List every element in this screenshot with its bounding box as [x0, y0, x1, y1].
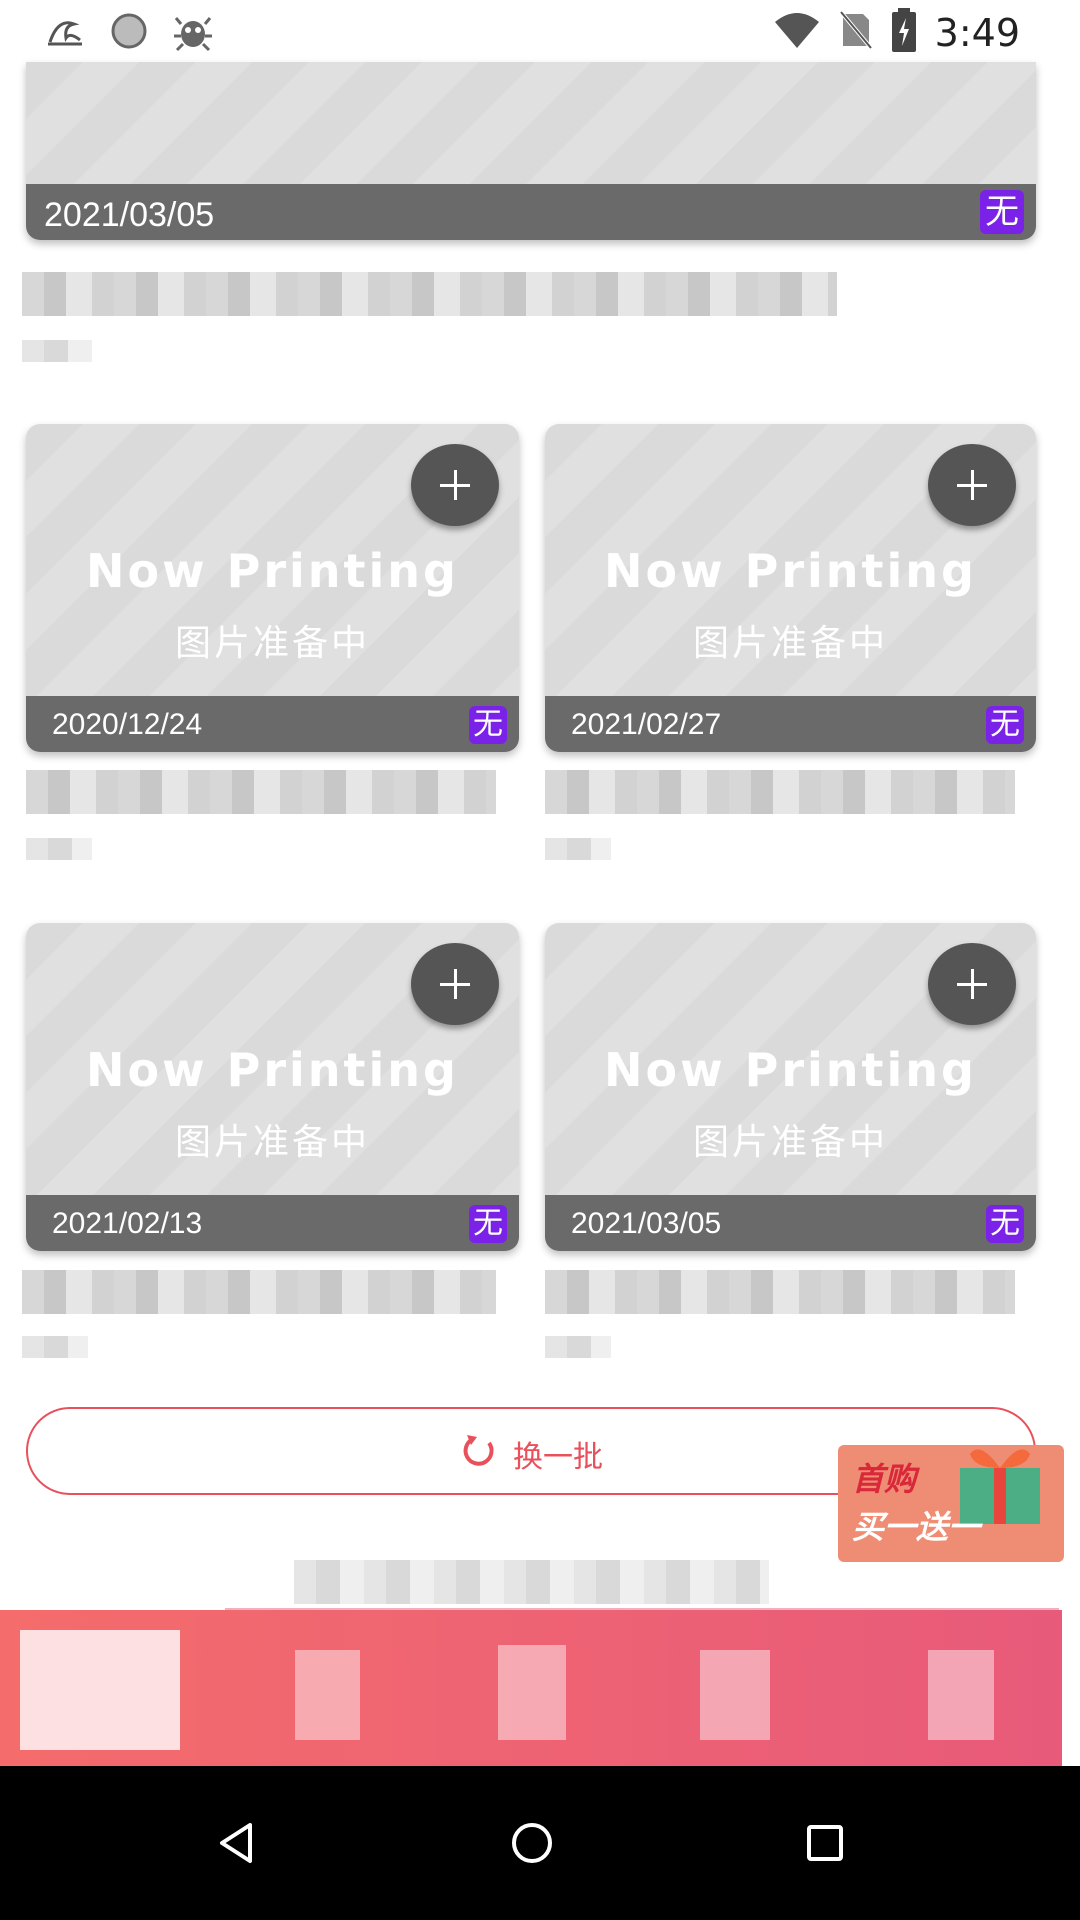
placeholder-title: Now Printing [604, 1043, 977, 1097]
date-bar: 2021/02/27 无 [545, 696, 1036, 752]
home-icon[interactable] [502, 1813, 562, 1873]
blurred-meta [545, 1336, 611, 1358]
wifi-icon [773, 10, 821, 55]
tab-icon-2[interactable] [295, 1650, 360, 1740]
tab-icon-4[interactable] [700, 1650, 770, 1740]
placeholder-title: Now Printing [86, 544, 459, 598]
product-card-1[interactable]: Now Printing 图片准备中 2020/12/24 无 [26, 424, 519, 752]
status-badge: 无 [986, 1205, 1024, 1243]
refresh-icon [459, 1431, 499, 1476]
blurred-footer-text [294, 1560, 769, 1604]
blurred-meta [26, 838, 92, 860]
placeholder-title: Now Printing [86, 1043, 459, 1097]
blurred-meta [545, 838, 611, 860]
add-button[interactable] [411, 444, 499, 526]
battery-charging-icon [891, 8, 917, 57]
bottom-tab-bar[interactable] [0, 1610, 1062, 1766]
add-button[interactable] [928, 444, 1016, 526]
placeholder-subtitle: 图片准备中 [692, 623, 888, 664]
status-time: 3:49 [934, 10, 1020, 55]
tab-icon-5[interactable] [928, 1650, 994, 1740]
app-notification-icon [44, 10, 86, 52]
date-bar: 2020/12/24 无 [26, 696, 519, 752]
blurred-title [545, 1270, 1015, 1314]
recents-icon[interactable] [795, 1813, 855, 1873]
add-button[interactable] [411, 943, 499, 1025]
tab-icon-3[interactable] [498, 1645, 566, 1740]
card-date: 2021/02/13 [52, 1207, 203, 1240]
blurred-title [22, 1270, 496, 1314]
placeholder-subtitle: 图片准备中 [174, 1122, 370, 1163]
no-sim-icon [839, 10, 873, 55]
promo-line1: 首购 [852, 1460, 917, 1498]
circle-status-icon [108, 10, 150, 52]
product-card-4[interactable]: Now Printing 图片准备中 2021/03/05 无 [545, 923, 1036, 1251]
product-card-3[interactable]: Now Printing 图片准备中 2021/02/13 无 [26, 923, 519, 1251]
status-badge: 无 [469, 706, 507, 744]
refresh-label: 换一批 [513, 1439, 603, 1475]
card-date: 2020/12/24 [52, 708, 203, 741]
status-bar: 3:49 [0, 0, 1080, 62]
card-date: 2021/02/27 [571, 708, 722, 741]
date-bar: 2021/03/05 无 [545, 1195, 1036, 1251]
placeholder-subtitle: 图片准备中 [692, 1122, 888, 1163]
tab-icon-1[interactable] [20, 1630, 180, 1750]
blurred-meta [22, 1336, 88, 1358]
first-purchase-promo[interactable]: 首购 买一送一 [838, 1420, 1064, 1562]
card-date: 2021/03/05 [571, 1207, 722, 1240]
blurred-title [26, 770, 496, 814]
blurred-title [22, 272, 837, 316]
placeholder-subtitle: 图片准备中 [174, 623, 370, 664]
blurred-title [545, 770, 1015, 814]
product-card-2[interactable]: Now Printing 图片准备中 2021/02/27 无 [545, 424, 1036, 752]
date-bar: 2021/02/13 无 [26, 1195, 519, 1251]
status-left-icons [44, 10, 214, 52]
promo-line2: 买一送一 [852, 1508, 981, 1546]
status-badge: 无 [980, 190, 1024, 234]
blurred-meta [22, 340, 92, 362]
bug-icon [172, 10, 214, 52]
card-date: 2021/03/05 [44, 196, 215, 234]
top-product-card[interactable]: 2021/03/05 无 [26, 62, 1036, 240]
back-icon[interactable] [208, 1813, 268, 1873]
add-button[interactable] [928, 943, 1016, 1025]
status-badge: 无 [986, 706, 1024, 744]
status-right-icons: 3:49 [773, 8, 1020, 57]
system-nav-bar [0, 1766, 1080, 1920]
date-bar: 2021/03/05 无 [26, 184, 1036, 240]
placeholder-title: Now Printing [604, 544, 977, 598]
status-badge: 无 [469, 1205, 507, 1243]
